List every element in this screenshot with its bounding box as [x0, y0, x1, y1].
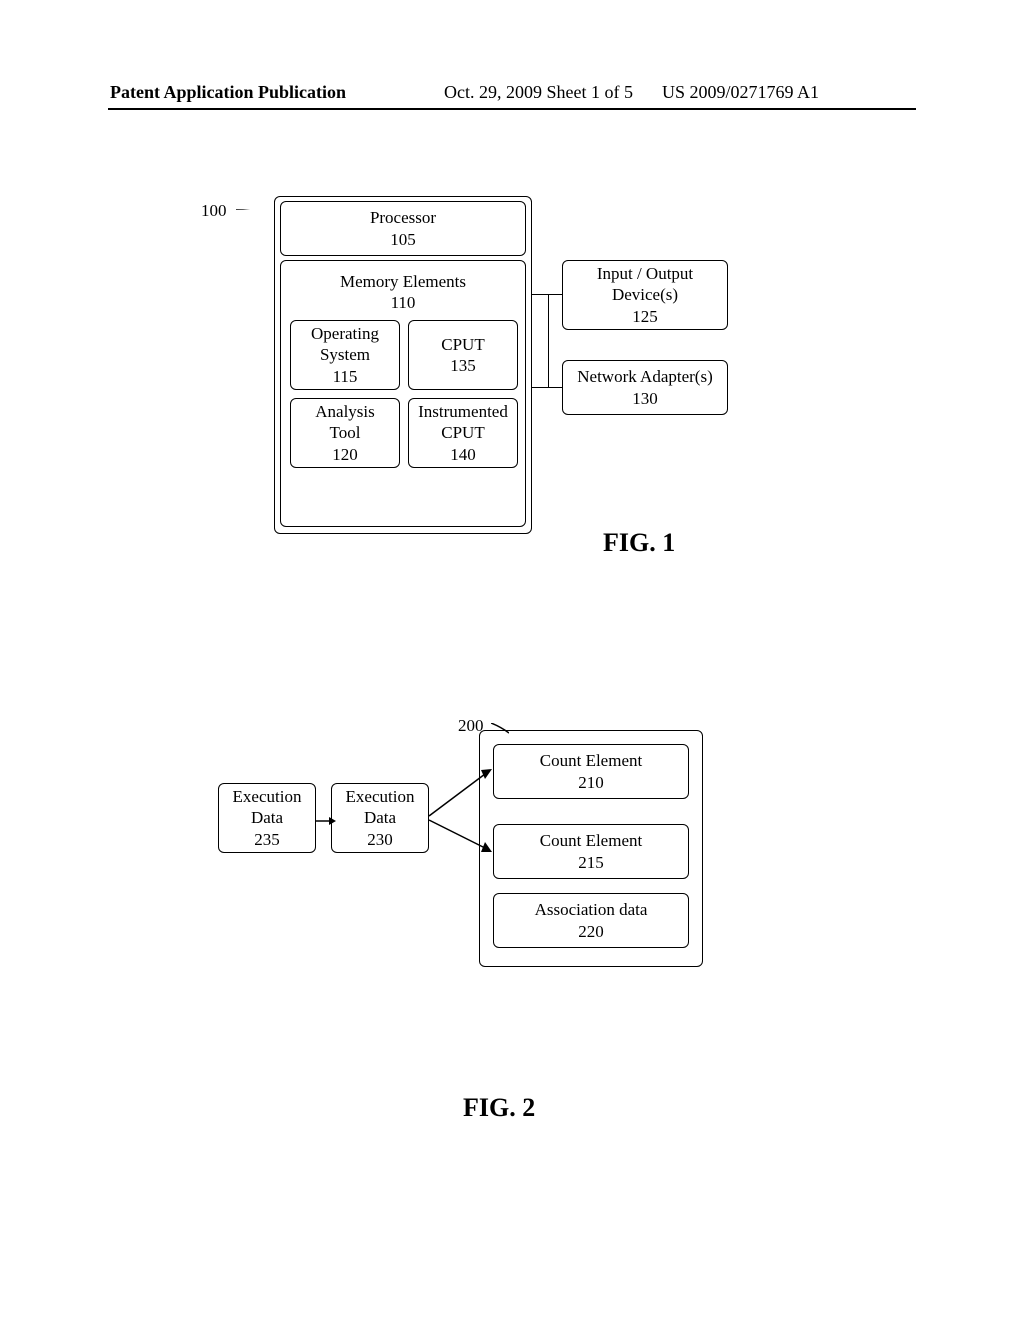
- block-execution-data-230: Execution Data 230: [331, 783, 429, 853]
- block-num-count1: 210: [494, 772, 688, 793]
- block-count-element-210: Count Element 210: [493, 744, 689, 799]
- block-label-count2: Count Element: [494, 830, 688, 851]
- block-cput: CPUT 135: [408, 320, 518, 390]
- block-label-analysis: Analysis Tool: [291, 401, 399, 444]
- bus-connector-vertical: [548, 294, 549, 387]
- block-num-exec235: 235: [219, 829, 315, 850]
- bus-connector-net-in: [548, 387, 562, 388]
- figure-caption-2: FIG. 2: [463, 1093, 535, 1123]
- block-label-instr: Instrumented CPUT: [409, 401, 517, 444]
- block-processor: Processor 105: [280, 201, 526, 256]
- page-header: Patent Application Publication Oct. 29, …: [0, 82, 1024, 103]
- block-label-exec235: Execution Data: [219, 786, 315, 829]
- block-count-element-215: Count Element 215: [493, 824, 689, 879]
- header-date-sheet: Oct. 29, 2009 Sheet 1 of 5: [444, 82, 633, 103]
- block-num-analysis: 120: [291, 444, 399, 465]
- block-label-count1: Count Element: [494, 750, 688, 771]
- block-network-adapters: Network Adapter(s) 130: [562, 360, 728, 415]
- block-instrumented-cput: Instrumented CPUT 140: [408, 398, 518, 468]
- figure-caption-1: FIG. 1: [603, 528, 675, 558]
- block-num-exec230: 230: [332, 829, 428, 850]
- block-num-io: 125: [563, 306, 727, 327]
- callout-leader-100: [236, 209, 276, 223]
- block-label-exec230: Execution Data: [332, 786, 428, 829]
- block-num-memory: 110: [391, 293, 416, 312]
- header-application-number: US 2009/0271769 A1: [662, 82, 819, 103]
- block-label-os: Operating System: [291, 323, 399, 366]
- block-label-assoc: Association data: [494, 899, 688, 920]
- block-num-processor: 105: [281, 229, 525, 250]
- block-num-os: 115: [291, 366, 399, 387]
- block-num-net: 130: [563, 388, 727, 409]
- reference-number-100: 100: [201, 201, 227, 221]
- block-association-data: Association data 220: [493, 893, 689, 948]
- block-memory-title: Memory Elements 110: [280, 271, 526, 314]
- block-num-cput: 135: [409, 355, 517, 376]
- block-execution-data-235: Execution Data 235: [218, 783, 316, 853]
- arrow-230-to-counts: [429, 760, 499, 860]
- block-label-processor: Processor: [281, 207, 525, 228]
- block-label-net: Network Adapter(s): [563, 366, 727, 387]
- bus-connector-io-in: [548, 294, 562, 295]
- block-io-devices: Input / Output Device(s) 125: [562, 260, 728, 330]
- arrow-235-to-230: [316, 816, 336, 826]
- block-num-instr: 140: [409, 444, 517, 465]
- block-num-count2: 215: [494, 852, 688, 873]
- block-label-io: Input / Output Device(s): [563, 263, 727, 306]
- block-label-cput: CPUT: [409, 334, 517, 355]
- block-operating-system: Operating System 115: [290, 320, 400, 390]
- header-rule: [108, 108, 916, 110]
- header-publication-label: Patent Application Publication: [110, 82, 346, 103]
- block-num-assoc: 220: [494, 921, 688, 942]
- block-label-memory: Memory Elements: [340, 272, 466, 291]
- block-analysis-tool: Analysis Tool 120: [290, 398, 400, 468]
